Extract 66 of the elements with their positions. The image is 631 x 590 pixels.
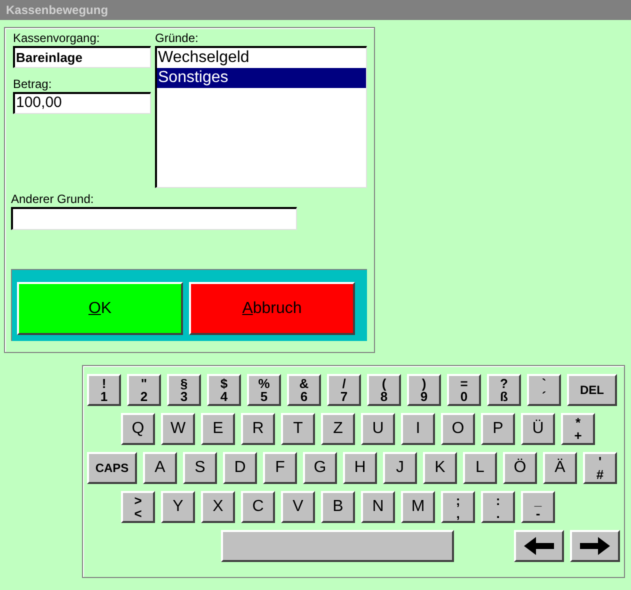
- keyboard-key[interactable]: X: [201, 491, 235, 523]
- keyboard-key[interactable]: I: [401, 413, 435, 445]
- keyboard-key[interactable]: J: [383, 452, 417, 484]
- field-label: Anderer Grund:: [11, 191, 95, 207]
- keyboard-key[interactable]: ! 1: [87, 374, 121, 406]
- keyboard-key[interactable]: Q: [121, 413, 155, 445]
- field-label: Kassenvorgang:: [13, 30, 101, 46]
- keyboard-key[interactable]: D: [223, 452, 257, 484]
- left-arrow-icon: [522, 536, 556, 556]
- keyboard-key[interactable]: F: [263, 452, 297, 484]
- keyboard-key[interactable]: Y: [161, 491, 195, 523]
- keyboard-key[interactable]: ; ,: [441, 491, 475, 523]
- keyboard-key[interactable]: Ü: [521, 413, 555, 445]
- keyboard-key[interactable]: V: [281, 491, 315, 523]
- input-field[interactable]: Bareinlage: [13, 46, 151, 68]
- keyboard-key[interactable]: M: [401, 491, 435, 523]
- keyboard-key[interactable]: $ 4: [207, 374, 241, 406]
- keyboard-key[interactable]: Ö: [503, 452, 537, 484]
- keyboard-key[interactable]: " 2: [127, 374, 161, 406]
- keyboard-key[interactable]: B: [321, 491, 355, 523]
- cancel-button[interactable]: Abbruch: [189, 282, 355, 335]
- field-label: Betrag:: [13, 76, 53, 92]
- keyboard-key[interactable]: ' #: [583, 452, 617, 484]
- keyboard-key[interactable]: C: [241, 491, 275, 523]
- keyboard-key[interactable]: : .: [481, 491, 515, 523]
- keyboard-key[interactable]: ) 9: [407, 374, 441, 406]
- keyboard-key[interactable]: DEL: [567, 374, 617, 406]
- keyboard-key[interactable]: T: [281, 413, 315, 445]
- keyboard-key[interactable]: § 3: [167, 374, 201, 406]
- keyboard-key[interactable]: W: [161, 413, 195, 445]
- keyboard-key[interactable]: Z: [321, 413, 355, 445]
- keyboard-key[interactable]: / 7: [327, 374, 361, 406]
- list-item[interactable]: Sonstiges: [157, 68, 366, 88]
- keyboard-key[interactable]: % 5: [247, 374, 281, 406]
- ok-button[interactable]: OK: [17, 282, 183, 335]
- keyboard-key[interactable]: L: [463, 452, 497, 484]
- input-field[interactable]: 100,00: [13, 92, 151, 114]
- keyboard-key[interactable]: U: [361, 413, 395, 445]
- keyboard-key[interactable]: E: [201, 413, 235, 445]
- field-label: Gründe:: [155, 30, 200, 46]
- right-arrow-icon: [578, 536, 612, 556]
- keyboard-key[interactable]: = 0: [447, 374, 481, 406]
- keyboard-key[interactable]: K: [423, 452, 457, 484]
- keyboard-key[interactable]: S: [183, 452, 217, 484]
- keyboard-key[interactable]: G: [303, 452, 337, 484]
- keyboard-key[interactable]: CAPS: [87, 452, 137, 484]
- keyboard-key[interactable]: O: [441, 413, 475, 445]
- keyboard-key[interactable]: _ -: [521, 491, 555, 523]
- input-field[interactable]: [11, 207, 297, 230]
- keyboard-key[interactable]: * +: [561, 413, 595, 445]
- keyboard-key[interactable]: R: [241, 413, 275, 445]
- keyboard-key[interactable]: > <: [121, 491, 155, 523]
- keyboard-key[interactable]: ( 8: [367, 374, 401, 406]
- keyboard-key[interactable]: N: [361, 491, 395, 523]
- keyboard-key[interactable]: Ä: [543, 452, 577, 484]
- keyboard-key[interactable]: H: [343, 452, 377, 484]
- keyboard-key[interactable]: ? ß: [487, 374, 521, 406]
- right-arrow-key[interactable]: [570, 530, 620, 562]
- keyboard-key[interactable]: P: [481, 413, 515, 445]
- left-arrow-key[interactable]: [514, 530, 564, 562]
- list-item[interactable]: Wechselgeld: [157, 48, 366, 68]
- title-bar: Kassenbewegung: [0, 0, 631, 20]
- keyboard-key[interactable]: ` ´: [527, 374, 561, 406]
- keyboard-key[interactable]: & 6: [287, 374, 321, 406]
- space-key[interactable]: [221, 530, 454, 562]
- keyboard-key[interactable]: A: [143, 452, 177, 484]
